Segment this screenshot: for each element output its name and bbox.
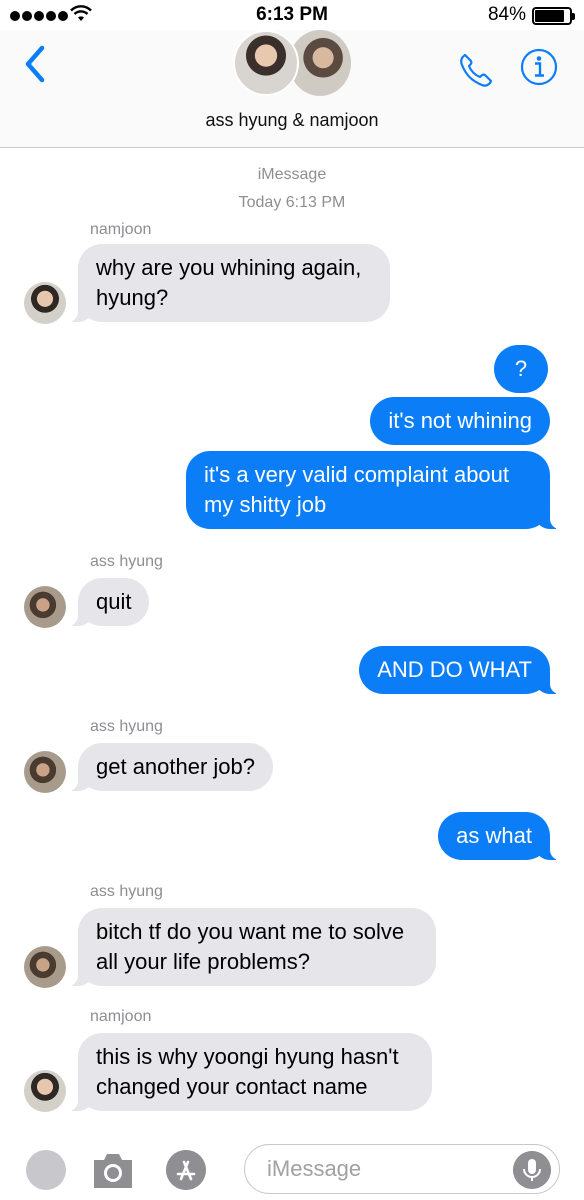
group-avatars[interactable] — [233, 30, 353, 96]
avatar — [233, 30, 299, 96]
mic-icon[interactable] — [513, 1151, 551, 1189]
message-bubble-outgoing[interactable]: AND DO WHAT — [359, 646, 560, 694]
avatar[interactable] — [24, 1070, 66, 1112]
info-icon[interactable] — [520, 48, 558, 86]
compose-bar — [0, 1130, 584, 1200]
appstore-icon[interactable] — [166, 1150, 206, 1190]
message-bubble-outgoing[interactable]: it's not whining — [370, 397, 550, 445]
group-name[interactable]: ass hyung & namjoon — [0, 110, 584, 131]
service-label: iMessage — [257, 166, 327, 183]
sender-label: ass hyung — [90, 883, 163, 900]
message-bubble-incoming[interactable]: quit — [67, 578, 150, 626]
avatar[interactable] — [24, 586, 66, 628]
message-bubble-outgoing[interactable]: as what — [438, 812, 560, 860]
sender-label: ass hyung — [90, 553, 163, 570]
message-bubble-incoming[interactable]: get another job? — [67, 743, 274, 791]
sender-label: namjoon — [90, 1008, 152, 1025]
chevron-left-icon[interactable] — [20, 44, 50, 84]
sender-label: namjoon — [90, 221, 152, 238]
sender-label: ass hyung — [90, 718, 163, 735]
camera-icon[interactable] — [90, 1148, 136, 1192]
message-bubble-incoming[interactable]: this is why yoongi hyung hasn't changed … — [68, 1033, 432, 1111]
message-input-field[interactable] — [244, 1144, 560, 1194]
battery-icon — [532, 7, 575, 25]
message-bubble-outgoing[interactable]: ? — [494, 345, 548, 393]
message-input[interactable] — [267, 1156, 507, 1182]
conversation-header: ass hyung & namjoon — [0, 30, 584, 148]
message-bubble-incoming[interactable]: why are you whining again, hyung? — [68, 244, 390, 322]
avatar[interactable] — [24, 946, 66, 988]
avatar[interactable] — [24, 751, 66, 793]
battery-percent: 84% — [487, 4, 526, 25]
message-bubble-incoming[interactable]: bitch tf do you want me to solve all you… — [68, 908, 436, 986]
thread-timestamp: Today 6:13 PM — [238, 194, 346, 211]
apps-icon[interactable] — [26, 1150, 66, 1190]
avatar[interactable] — [24, 282, 66, 324]
message-bubble-outgoing[interactable]: it's a very valid complaint about my shi… — [186, 451, 560, 529]
status-bar: 6:13 PM 84% — [0, 0, 584, 30]
phone-icon[interactable] — [456, 50, 496, 90]
